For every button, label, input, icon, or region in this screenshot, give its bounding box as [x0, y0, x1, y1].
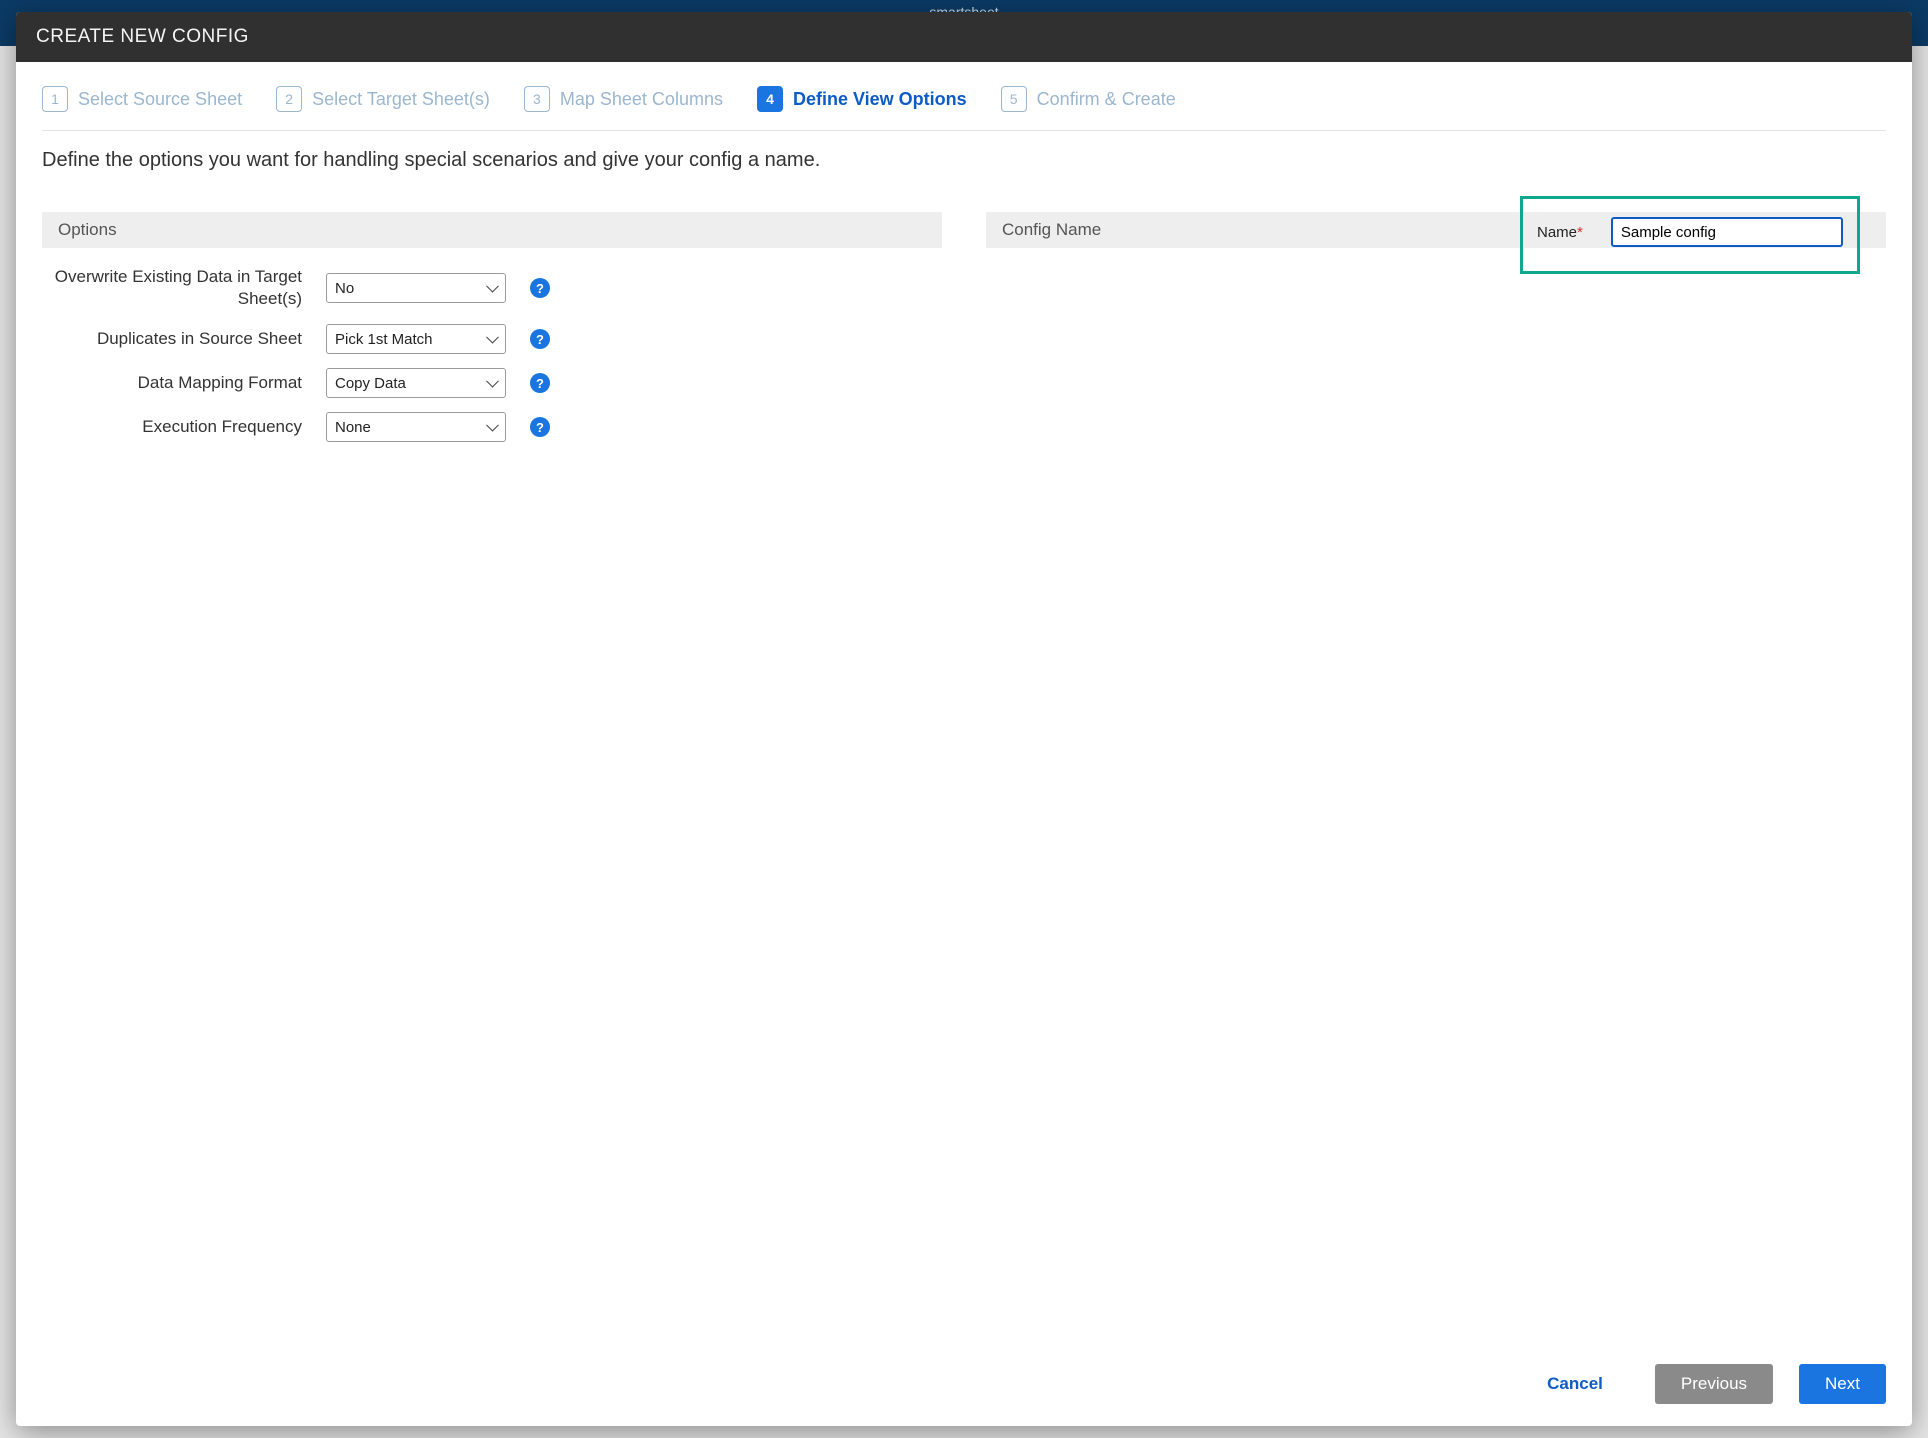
option-frequency-value: None: [335, 419, 371, 436]
create-config-modal: CREATE NEW CONFIG 1 Select Source Sheet …: [16, 12, 1912, 1426]
option-mapping-format-select[interactable]: Copy Data: [326, 368, 506, 398]
options-heading: Options: [42, 212, 942, 248]
option-frequency-select[interactable]: None: [326, 412, 506, 442]
step-label: Confirm & Create: [1037, 89, 1176, 110]
option-mapping-format-value: Copy Data: [335, 375, 406, 392]
step-number: 4: [757, 86, 783, 112]
step-instructions: Define the options you want for handling…: [42, 149, 1886, 172]
step-number: 1: [42, 86, 68, 112]
step-label: Select Target Sheet(s): [312, 89, 490, 110]
options-panel: Options Overwrite Existing Data in Targe…: [42, 212, 942, 456]
next-button[interactable]: Next: [1799, 1364, 1886, 1404]
option-overwrite-row: Overwrite Existing Data in Target Sheet(…: [52, 266, 932, 310]
option-duplicates-value: Pick 1st Match: [335, 331, 433, 348]
option-overwrite-label: Overwrite Existing Data in Target Sheet(…: [52, 266, 302, 310]
option-overwrite-value: No: [335, 280, 354, 297]
config-name-panel: Config Name Name*: [986, 212, 1886, 456]
help-icon[interactable]: ?: [530, 373, 550, 393]
option-frequency-label: Execution Frequency: [52, 416, 302, 438]
option-duplicates-select[interactable]: Pick 1st Match: [326, 324, 506, 354]
cancel-button[interactable]: Cancel: [1521, 1364, 1629, 1404]
config-name-input[interactable]: [1611, 217, 1843, 247]
option-duplicates-row: Duplicates in Source Sheet Pick 1st Matc…: [52, 324, 932, 354]
step-number: 5: [1001, 86, 1027, 112]
config-name-label-text: Name: [1537, 224, 1577, 241]
wizard-stepper: 1 Select Source Sheet 2 Select Target Sh…: [42, 86, 1886, 131]
step-map-columns[interactable]: 3 Map Sheet Columns: [524, 86, 723, 112]
help-icon[interactable]: ?: [530, 278, 550, 298]
step-label: Define View Options: [793, 89, 967, 110]
config-name-wrap: Config Name Name*: [986, 212, 1886, 248]
option-frequency-row: Execution Frequency None ?: [52, 412, 932, 442]
step-number: 3: [524, 86, 550, 112]
step-select-target[interactable]: 2 Select Target Sheet(s): [276, 86, 490, 112]
config-name-label: Name*: [1537, 224, 1583, 241]
config-name-row: Name*: [1537, 217, 1843, 247]
previous-button[interactable]: Previous: [1655, 1364, 1773, 1404]
modal-title: CREATE NEW CONFIG: [16, 12, 1912, 62]
step-confirm-create[interactable]: 5 Confirm & Create: [1001, 86, 1176, 112]
step-define-view-options[interactable]: 4 Define View Options: [757, 86, 967, 112]
content-columns: Options Overwrite Existing Data in Targe…: [42, 212, 1886, 456]
step-select-source[interactable]: 1 Select Source Sheet: [42, 86, 242, 112]
step-label: Select Source Sheet: [78, 89, 242, 110]
option-duplicates-label: Duplicates in Source Sheet: [52, 328, 302, 350]
modal-footer: Cancel Previous Next: [16, 1346, 1912, 1426]
help-icon[interactable]: ?: [530, 329, 550, 349]
options-body: Overwrite Existing Data in Target Sheet(…: [42, 248, 942, 442]
option-overwrite-select[interactable]: No: [326, 273, 506, 303]
modal-body: 1 Select Source Sheet 2 Select Target Sh…: [16, 62, 1912, 1346]
option-mapping-format-row: Data Mapping Format Copy Data ?: [52, 368, 932, 398]
config-name-highlight: Name*: [1520, 196, 1860, 274]
help-icon[interactable]: ?: [530, 417, 550, 437]
step-number: 2: [276, 86, 302, 112]
step-label: Map Sheet Columns: [560, 89, 723, 110]
option-mapping-format-label: Data Mapping Format: [52, 372, 302, 394]
required-indicator: *: [1577, 224, 1583, 241]
